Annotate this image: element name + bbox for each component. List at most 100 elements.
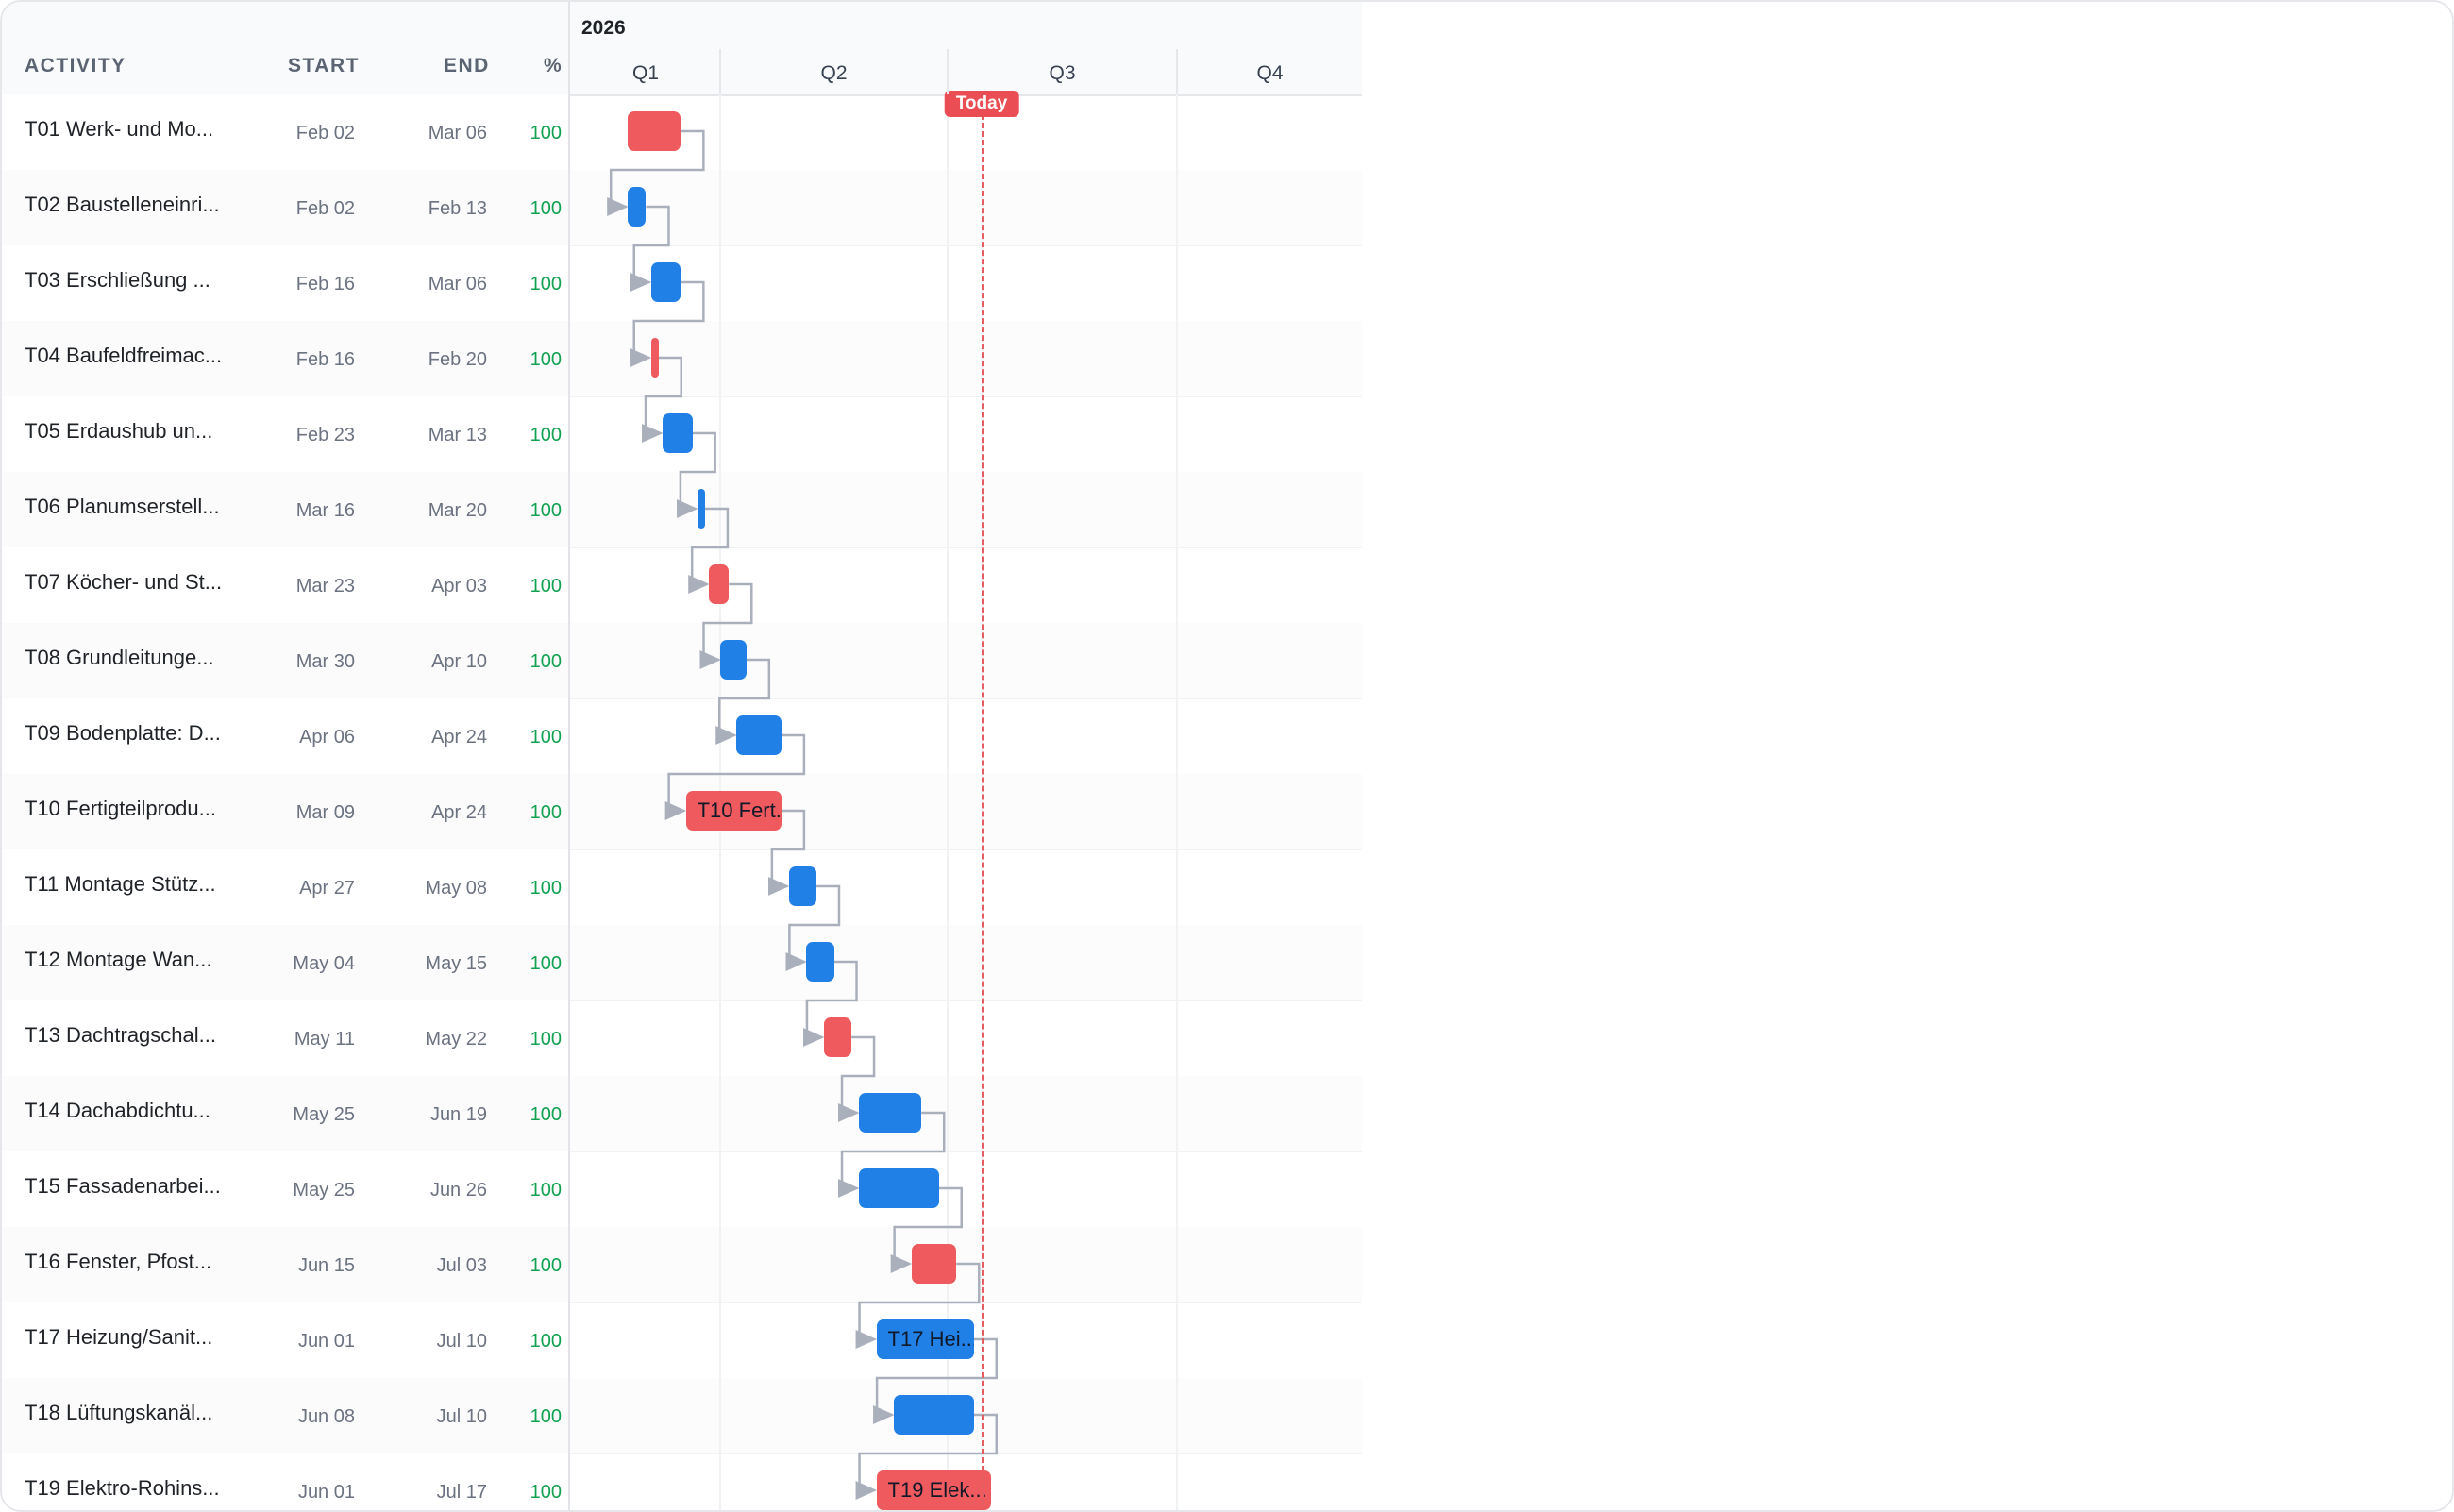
task-percent-complete: 100 [529, 878, 562, 899]
task-name: T11 Montage Stütz... [25, 872, 216, 896]
table-row[interactable]: T06 Planumserstell... Mar 16 Mar 20 100 [2, 472, 568, 548]
task-bar-t04[interactable] [650, 338, 659, 378]
task-end-date: May 22 [425, 1029, 487, 1050]
task-percent-complete: 100 [529, 651, 562, 672]
table-row[interactable]: T07 Köcher- und St... Mar 23 Apr 03 100 [2, 547, 568, 624]
timeline-area: 2026 Q1Q2Q3Q4 T10 Fert...T17 Hei...T19 E… [570, 2, 1362, 1510]
task-percent-complete: 100 [529, 1482, 562, 1503]
table-row[interactable]: T04 Baufeldfreimac... Feb 16 Feb 20 100 [2, 321, 568, 397]
task-bar-t17[interactable]: T17 Hei... [876, 1319, 974, 1359]
today-badge: Today [944, 91, 1019, 117]
task-bar-t09[interactable] [736, 715, 782, 755]
task-bar-t16[interactable] [911, 1244, 957, 1284]
task-bar-t03[interactable] [650, 262, 681, 302]
task-name: T07 Köcher- und St... [25, 570, 223, 594]
task-bar-t14[interactable] [859, 1093, 922, 1133]
task-percent-complete: 100 [529, 1029, 562, 1050]
task-percent-complete: 100 [529, 1406, 562, 1427]
quarter-separator [947, 49, 949, 94]
task-name: T05 Erdaushub un... [25, 419, 213, 443]
task-name: T01 Werk- und Mo... [25, 117, 214, 141]
quarter-separator [719, 49, 721, 94]
task-bar-t12[interactable] [806, 942, 834, 982]
task-bar-t11[interactable] [788, 866, 816, 906]
table-row[interactable]: T11 Montage Stütz... Apr 27 May 08 100 [2, 849, 568, 926]
table-row[interactable]: T19 Elektro-Rohins... Jun 01 Jul 17 100 [2, 1453, 568, 1510]
task-percent-complete: 100 [529, 500, 562, 521]
task-name: T10 Fertigteilprodu... [25, 797, 216, 820]
task-start-date: Mar 23 [295, 576, 355, 596]
task-percent-complete: 100 [529, 274, 562, 294]
table-row[interactable]: T08 Grundleitunge... Mar 30 Apr 10 100 [2, 623, 568, 699]
task-end-date: Jul 17 [436, 1482, 487, 1503]
task-end-date: Jul 10 [436, 1331, 487, 1352]
task-name: T06 Planumserstell... [25, 495, 220, 518]
column-header-percent[interactable]: % [544, 55, 563, 77]
table-row[interactable]: T17 Heizung/Sanit... Jun 01 Jul 10 100 [2, 1302, 568, 1379]
task-bar-t02[interactable] [628, 187, 647, 227]
task-bar-t18[interactable] [894, 1395, 974, 1435]
column-header-activity[interactable]: ACTIVITY [25, 55, 126, 77]
app-window: ACTIVITY START END % T01 Werk- und Mo...… [0, 0, 2454, 1512]
task-percent-complete: 100 [529, 802, 562, 823]
table-row[interactable]: T09 Bodenplatte: D... Apr 06 Apr 24 100 [2, 698, 568, 775]
task-name: T13 Dachtragschal... [25, 1023, 216, 1047]
gantt-chart: ACTIVITY START END % T01 Werk- und Mo...… [2, 2, 1362, 1510]
task-start-date: Feb 02 [295, 198, 355, 219]
task-percent-complete: 100 [529, 123, 562, 143]
task-name: T02 Baustelleneinri... [25, 193, 220, 216]
table-row[interactable]: T13 Dachtragschal... May 11 May 22 100 [2, 1000, 568, 1077]
task-start-date: May 25 [293, 1180, 355, 1201]
task-start-date: May 25 [293, 1104, 355, 1125]
task-percent-complete: 100 [529, 349, 562, 370]
task-grid-header: ACTIVITY START END % [2, 2, 568, 96]
task-bar-t13[interactable] [823, 1017, 852, 1057]
table-row[interactable]: T03 Erschließung ... Feb 16 Mar 06 100 [2, 245, 568, 322]
task-name: T17 Heizung/Sanit... [25, 1325, 213, 1349]
task-start-date: Jun 01 [297, 1331, 355, 1352]
task-name: T09 Bodenplatte: D... [25, 721, 221, 745]
task-bar-t01[interactable] [628, 111, 681, 151]
task-start-date: Jun 15 [297, 1255, 355, 1276]
table-row[interactable]: T10 Fertigteilprodu... Mar 09 Apr 24 100 [2, 774, 568, 850]
task-start-date: Mar 09 [295, 802, 355, 823]
task-end-date: Mar 20 [428, 500, 487, 521]
task-bar-t15[interactable] [859, 1168, 939, 1208]
quarter-separator [1176, 49, 1178, 94]
table-row[interactable]: T15 Fassadenarbei... May 25 Jun 26 100 [2, 1151, 568, 1228]
task-start-date: Jun 01 [297, 1482, 355, 1503]
task-start-date: Feb 16 [295, 349, 355, 370]
task-start-date: Jun 08 [297, 1406, 355, 1427]
task-percent-complete: 100 [529, 953, 562, 974]
task-name: T04 Baufeldfreimac... [25, 344, 223, 367]
task-percent-complete: 100 [529, 1331, 562, 1352]
table-row[interactable]: T12 Montage Wan... May 04 May 15 100 [2, 925, 568, 1001]
task-bar-t05[interactable] [663, 413, 693, 453]
table-row[interactable]: T14 Dachabdichtu... May 25 Jun 19 100 [2, 1076, 568, 1152]
task-percent-complete: 100 [529, 198, 562, 219]
table-row[interactable]: T02 Baustelleneinri... Feb 02 Feb 13 100 [2, 170, 568, 246]
task-bar-t10[interactable]: T10 Fert... [685, 791, 782, 831]
column-header-start[interactable]: START [288, 55, 360, 77]
table-row[interactable]: T05 Erdaushub un... Feb 23 Mar 13 100 [2, 396, 568, 473]
task-end-date: Jul 03 [436, 1255, 487, 1276]
table-row[interactable]: T18 Lüftungskanäl... Jun 08 Jul 10 100 [2, 1378, 568, 1454]
task-bar-t06[interactable] [697, 489, 705, 529]
task-bar-t08[interactable] [720, 640, 747, 680]
dependency-links [607, 129, 999, 1500]
task-percent-complete: 100 [529, 1104, 562, 1125]
task-name: T16 Fenster, Pfost... [25, 1250, 212, 1273]
table-row[interactable]: T16 Fenster, Pfost... Jun 15 Jul 03 100 [2, 1227, 568, 1303]
task-start-date: Apr 06 [299, 727, 355, 748]
task-bar-t07[interactable] [709, 564, 730, 604]
task-end-date: Apr 03 [431, 576, 487, 596]
table-row[interactable]: T01 Werk- und Mo... Feb 02 Mar 06 100 [2, 94, 568, 171]
task-bar-t19[interactable]: T19 Elek... [876, 1470, 992, 1510]
task-start-date: Feb 02 [295, 123, 355, 143]
task-name: T14 Dachabdichtu... [25, 1099, 210, 1122]
column-header-end[interactable]: END [444, 55, 490, 77]
task-start-date: May 04 [293, 953, 355, 974]
task-end-date: Apr 10 [431, 651, 487, 672]
task-end-date: Feb 20 [428, 349, 487, 370]
task-start-date: Feb 23 [295, 425, 355, 445]
